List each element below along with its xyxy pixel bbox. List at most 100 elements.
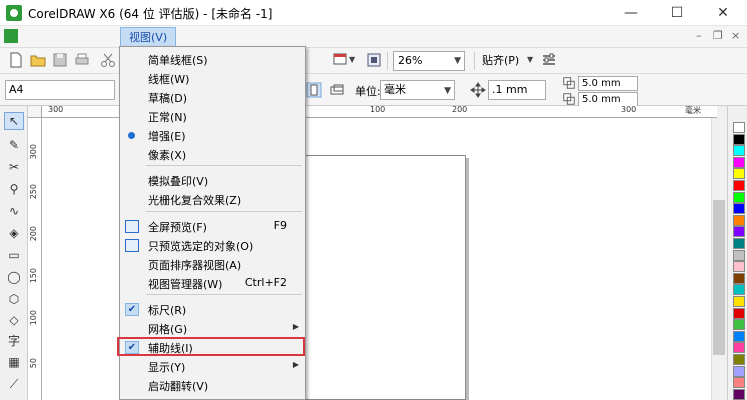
ruler-tick-label: 300 [621, 105, 637, 114]
polygon-tool-icon[interactable]: ⬡ [4, 290, 24, 308]
cut-icon[interactable] [100, 52, 116, 68]
color-swatch[interactable] [733, 377, 745, 389]
zoom-level-combo[interactable]: 26% ▼ [393, 51, 465, 71]
nudge-distance-icon [470, 82, 486, 98]
color-swatch[interactable] [733, 319, 745, 331]
mdi-minimize-button[interactable]: – [696, 29, 702, 42]
nudge-distance-value: .1 mm [492, 83, 528, 96]
color-swatch[interactable] [733, 133, 745, 145]
pick-tool-icon[interactable]: ↖ [4, 112, 24, 130]
view-menu-item[interactable]: 模拟叠印(V) [120, 171, 305, 190]
view-menu-item[interactable]: 显示(Y) ▶ [120, 357, 305, 376]
shape-tool-icon[interactable]: ✎ [4, 136, 24, 154]
vertical-ruler[interactable]: 300 250 200 150 100 50 [28, 118, 42, 400]
table-tool-icon[interactable]: ▦ [4, 353, 24, 371]
color-swatch[interactable] [733, 261, 745, 273]
color-swatch[interactable] [733, 330, 745, 342]
snap-dropdown-arrow[interactable]: ▼ [527, 55, 533, 64]
view-menu-item[interactable]: 启动翻转(V) [120, 376, 305, 395]
color-swatch[interactable] [733, 191, 745, 203]
view-menu-item[interactable]: 线框(W) [120, 69, 305, 88]
color-swatch[interactable] [733, 145, 745, 157]
view-menu-item-label: 草稿(D) [148, 92, 188, 105]
page-size-combo[interactable]: A4 [5, 80, 115, 100]
basic-shapes-tool-icon[interactable]: ◇ [4, 311, 24, 329]
color-swatch[interactable] [733, 284, 745, 296]
new-document-icon[interactable] [8, 52, 24, 68]
color-swatch[interactable] [733, 214, 745, 226]
view-menu-item[interactable]: 正常(N) [120, 107, 305, 126]
view-menu-item[interactable]: 页面排序器视图(A) [120, 255, 305, 274]
units-combo[interactable]: 毫米 ▼ [380, 80, 455, 100]
color-swatch[interactable] [733, 342, 745, 354]
rectangle-tool-icon[interactable]: ▭ [4, 246, 24, 264]
ruler-tick-label: 300 [48, 105, 64, 114]
welcome-screen-icon[interactable] [366, 52, 382, 68]
menu-separator [146, 165, 302, 166]
menu-bar: 视图(V) [0, 26, 747, 48]
color-swatch[interactable] [733, 226, 745, 238]
color-swatch[interactable] [733, 296, 745, 307]
color-swatch[interactable] [733, 168, 745, 180]
view-menu-item[interactable]: 像素(X) [120, 145, 305, 164]
save-icon[interactable] [52, 52, 68, 68]
open-folder-icon[interactable] [30, 52, 46, 68]
color-swatch[interactable] [733, 238, 745, 249]
application-launcher-icon[interactable] [332, 52, 348, 68]
minimize-button[interactable]: — [608, 0, 654, 26]
snap-to-button[interactable]: 贴齐(P) [482, 51, 519, 71]
view-menu-item[interactable]: 网格(G) ▶ [120, 319, 305, 338]
view-menu-item[interactable]: 简单线框(S) [120, 50, 305, 69]
color-swatch[interactable] [733, 354, 745, 365]
crop-tool-icon[interactable]: ✂ [4, 158, 24, 176]
color-swatch[interactable] [733, 272, 745, 284]
portrait-orientation-icon[interactable] [306, 82, 322, 98]
color-swatch[interactable] [733, 307, 745, 319]
color-swatch[interactable] [733, 122, 745, 133]
view-menu-item[interactable]: 草稿(D) [120, 88, 305, 107]
color-swatch[interactable] [733, 203, 745, 215]
nudge-distance-input[interactable]: .1 mm [488, 80, 546, 100]
ruler-origin[interactable] [28, 106, 42, 118]
maximize-button[interactable]: ☐ [654, 0, 700, 26]
close-button[interactable]: ✕ [700, 0, 746, 26]
scrollbar-thumb[interactable] [713, 200, 725, 355]
highlight-annotation [117, 337, 305, 356]
menu-separator [146, 211, 302, 212]
ruler-tick-label: 300 [29, 144, 38, 160]
mdi-restore-button[interactable]: ❐ [713, 29, 723, 42]
view-menu-item-label: 显示(Y) [148, 361, 186, 374]
zoom-tool-icon[interactable]: ⚲ [4, 180, 24, 198]
smart-fill-tool-icon[interactable]: ◈ [4, 224, 24, 242]
duplicate-distance-y-value: 5.0 mm [582, 94, 621, 105]
menu-separator [146, 294, 302, 295]
landscape-orientation-icon[interactable] [329, 82, 345, 98]
view-menu-item[interactable]: ✔ 标尺(R) [120, 300, 305, 319]
view-menu-item[interactable]: 增强(E) [120, 126, 305, 145]
text-tool-icon[interactable]: 字 [4, 331, 24, 349]
color-swatch[interactable] [733, 388, 745, 400]
options-icon[interactable] [541, 52, 557, 68]
view-menu-item-label: 正常(N) [148, 111, 187, 124]
color-swatch[interactable] [733, 180, 745, 191]
view-menu-item-label: 模拟叠印(V) [148, 175, 209, 188]
document-page[interactable] [298, 155, 466, 400]
color-swatch[interactable] [733, 249, 745, 261]
view-menu-item[interactable]: 全屏预览(F) F9 [120, 217, 305, 236]
view-menu-item[interactable]: 视图管理器(W) Ctrl+F2 [120, 274, 305, 293]
mdi-close-button[interactable]: × [731, 29, 740, 42]
color-swatch[interactable] [733, 156, 745, 168]
view-menu-item[interactable]: 只预览选定的对象(O) [120, 236, 305, 255]
dimension-tool-icon[interactable]: ⟋ [4, 375, 24, 393]
menu-view[interactable]: 视图(V) [120, 27, 177, 47]
print-icon[interactable] [74, 52, 90, 68]
view-menu-item[interactable]: 光栅化复合效果(Z) [120, 190, 305, 209]
duplicate-distance-x-input[interactable]: 5.0 mm [578, 76, 638, 91]
launcher-dropdown-arrow[interactable]: ▼ [349, 55, 355, 64]
ruler-tick-label: 150 [29, 268, 38, 284]
ellipse-tool-icon[interactable]: ◯ [4, 268, 24, 286]
page-size-value: A4 [9, 83, 24, 96]
document-icon [4, 29, 18, 43]
color-swatch[interactable] [733, 365, 745, 377]
freehand-tool-icon[interactable]: ∿ [4, 202, 24, 220]
